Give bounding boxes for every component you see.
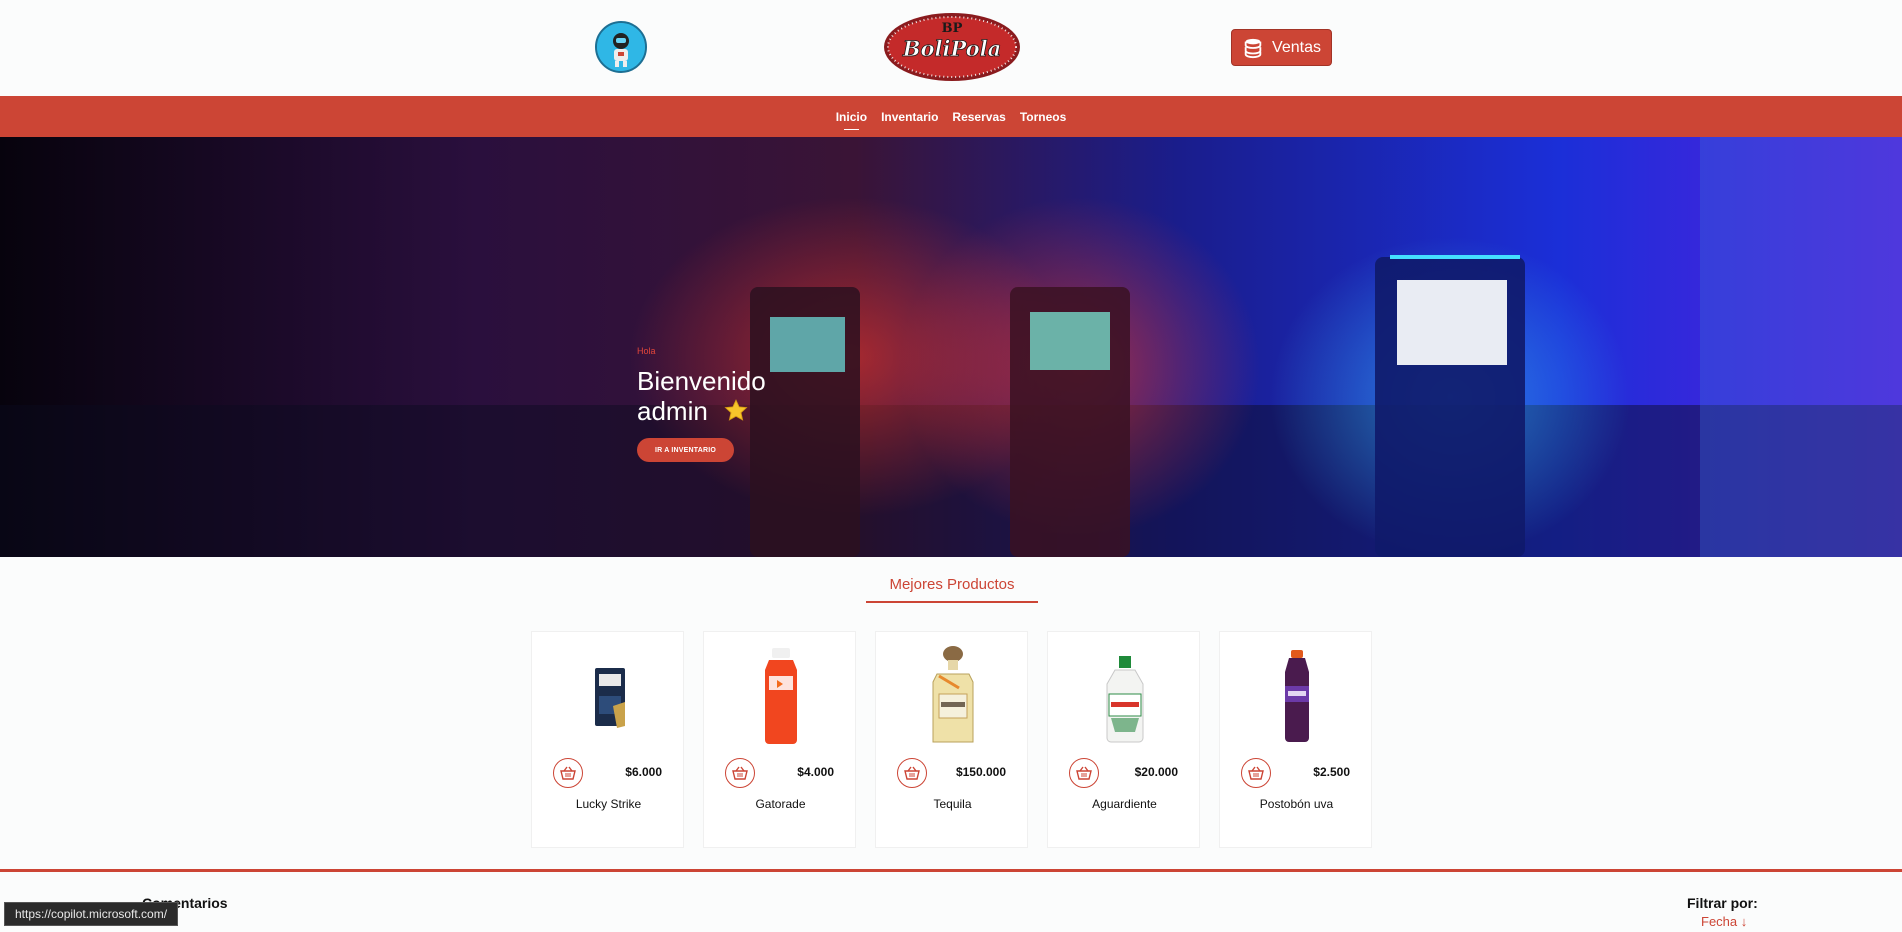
hero-username: admin bbox=[637, 396, 708, 426]
nav-item-reservas[interactable]: Reservas bbox=[952, 108, 1005, 126]
product-price: $2.500 bbox=[1313, 765, 1350, 779]
sales-button[interactable]: Ventas bbox=[1231, 29, 1332, 66]
add-to-cart-button[interactable] bbox=[897, 758, 927, 788]
arcade-background-image bbox=[0, 137, 1902, 557]
logo-monogram: BP bbox=[942, 21, 963, 36]
product-name: Gatorade bbox=[755, 797, 806, 811]
product-image-tequila bbox=[876, 646, 1029, 746]
basket-icon bbox=[560, 766, 576, 780]
hero-banner: Hola Bienvenido admin IR A INVENTARIO bbox=[0, 137, 1902, 557]
product-price: $150.000 bbox=[955, 765, 1006, 779]
product-price: $20.000 bbox=[1134, 765, 1178, 779]
hero-content: Hola Bienvenido admin IR A INVENTARIO bbox=[637, 346, 937, 462]
top-header: BP BoliPola Ventas bbox=[0, 0, 1902, 96]
coins-icon bbox=[1244, 38, 1262, 58]
section-divider bbox=[0, 869, 1902, 872]
add-to-cart-button[interactable] bbox=[1241, 758, 1271, 788]
product-card[interactable]: $2.500 Postobón uva bbox=[1219, 631, 1372, 848]
basket-icon bbox=[732, 766, 748, 780]
nav-item-inventario[interactable]: Inventario bbox=[881, 108, 938, 126]
sales-button-label: Ventas bbox=[1272, 38, 1321, 56]
filter-date-sort[interactable]: Fecha ↓ bbox=[1701, 914, 1747, 929]
product-name: Aguardiente bbox=[1092, 797, 1157, 811]
product-image-lucky-strike bbox=[532, 646, 685, 746]
main-nav: Inicio Inventario Reservas Torneos bbox=[0, 96, 1902, 137]
avatar[interactable] bbox=[595, 21, 647, 73]
hero-greeting: Hola bbox=[637, 346, 656, 356]
nav-item-torneos[interactable]: Torneos bbox=[1020, 108, 1066, 126]
go-to-inventory-button[interactable]: IR A INVENTARIO bbox=[637, 438, 734, 462]
best-products-title: Mejores Productos bbox=[889, 576, 1015, 593]
nav-item-inicio[interactable]: Inicio bbox=[836, 108, 867, 130]
section-underline bbox=[866, 601, 1038, 603]
product-price: $6.000 bbox=[625, 765, 662, 779]
basket-icon bbox=[1076, 766, 1092, 780]
product-name: Lucky Strike bbox=[575, 797, 642, 811]
basket-icon bbox=[1248, 766, 1264, 780]
brand-logo[interactable]: BP BoliPola bbox=[883, 12, 1021, 82]
product-card[interactable]: $4.000 Gatorade bbox=[703, 631, 856, 848]
hero-title: Bienvenido admin bbox=[637, 366, 937, 426]
basket-icon bbox=[904, 766, 920, 780]
product-image-postobon-uva bbox=[1220, 646, 1373, 746]
filter-label: Filtrar por: bbox=[1687, 895, 1758, 911]
astronaut-icon bbox=[597, 23, 645, 71]
logo-text: BoliPola bbox=[902, 36, 1002, 61]
hero-title-line1: Bienvenido bbox=[637, 366, 766, 396]
add-to-cart-button[interactable] bbox=[1069, 758, 1099, 788]
product-name: Tequila bbox=[933, 797, 972, 811]
add-to-cart-button[interactable] bbox=[725, 758, 755, 788]
product-card[interactable]: $150.000 Tequila bbox=[875, 631, 1028, 848]
product-image-aguardiente bbox=[1048, 646, 1201, 746]
browser-status-url: https://copilot.microsoft.com/ bbox=[4, 902, 179, 926]
product-price: $4.000 bbox=[797, 765, 834, 779]
add-to-cart-button[interactable] bbox=[553, 758, 583, 788]
star-icon bbox=[724, 399, 748, 421]
product-card[interactable]: $20.000 Aguardiente bbox=[1047, 631, 1200, 848]
product-image-gatorade bbox=[704, 646, 857, 746]
product-card[interactable]: $6.000 Lucky Strike bbox=[531, 631, 684, 848]
products-grid: $6.000 Lucky Strike $4.000 Gatorade $150… bbox=[531, 631, 1372, 848]
product-name: Postobón uva bbox=[1259, 797, 1334, 811]
